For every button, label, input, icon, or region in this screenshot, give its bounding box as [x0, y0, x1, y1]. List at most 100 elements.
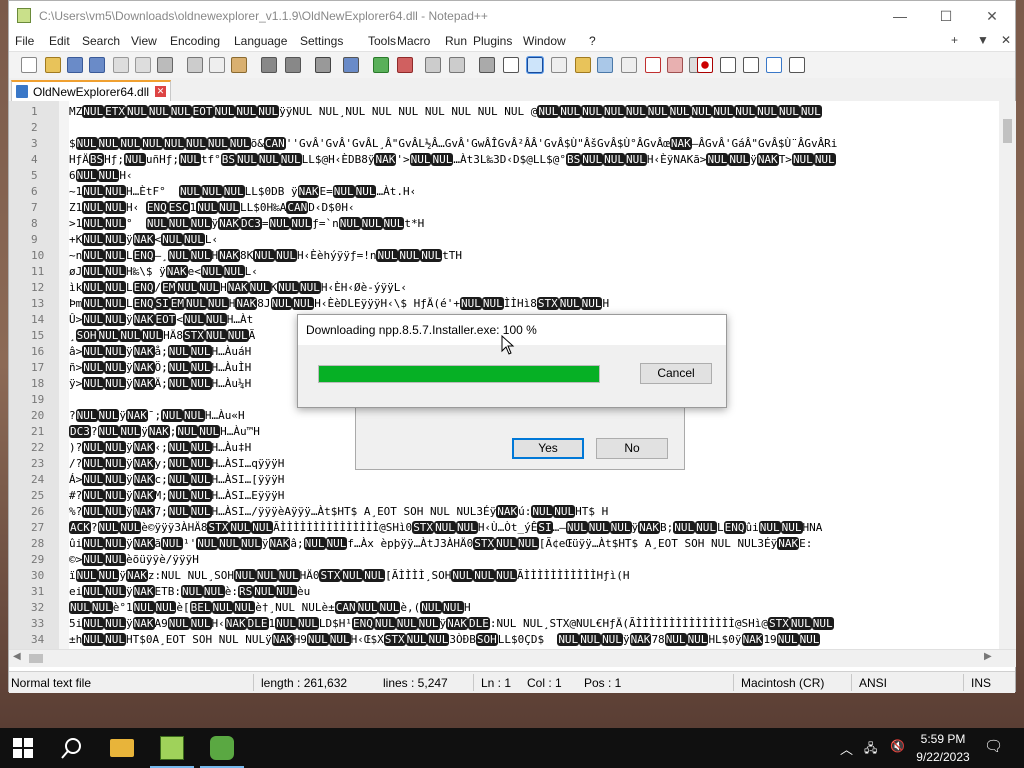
line-number: 1	[31, 105, 38, 118]
maximize-icon: ☐	[939, 7, 953, 24]
menu-language[interactable]: Language	[234, 34, 287, 48]
menu-window[interactable]: Window	[523, 34, 566, 48]
volume-muted-icon[interactable]: 🔇	[890, 739, 905, 753]
clock-date[interactable]: 9/22/2023	[910, 750, 976, 764]
code-line: Á>NUL NULÿNAKc;NUL NULH…ÀSI…[ÿÿÿH	[69, 473, 285, 486]
file-explorer-icon[interactable]	[110, 739, 134, 757]
close-tab-icon[interactable]: ✕	[1001, 33, 1011, 47]
tab-close-icon[interactable]: ✕	[155, 86, 166, 97]
menu-encoding[interactable]: Encoding	[170, 34, 220, 48]
mouse-cursor-icon	[501, 335, 515, 355]
menu-settings[interactable]: Settings	[300, 34, 343, 48]
folder-workspace-icon[interactable]	[621, 57, 637, 73]
fold-margin	[59, 101, 69, 649]
download-progress-bar	[318, 365, 600, 383]
line-number: 13	[31, 297, 45, 310]
line-number: 33	[31, 617, 45, 630]
menu-file[interactable]: File	[15, 34, 34, 48]
replace-icon[interactable]	[343, 57, 359, 73]
open-file-icon[interactable]	[45, 57, 61, 73]
redo-icon[interactable]	[285, 57, 301, 73]
print-icon[interactable]	[157, 57, 173, 73]
line-number: 4	[31, 153, 38, 166]
folder-icon[interactable]	[667, 57, 683, 73]
func-list-icon[interactable]	[597, 57, 613, 73]
notepadpp-updater-icon[interactable]	[210, 736, 234, 760]
paste-icon[interactable]	[231, 57, 247, 73]
line-number: 6	[31, 185, 38, 198]
tab-list-icon[interactable]: ▼	[977, 33, 989, 47]
cancel-button[interactable]: Cancel	[640, 363, 712, 384]
menu-macro[interactable]: Macro	[397, 34, 430, 48]
show-all-chars-icon[interactable]	[503, 57, 519, 73]
close-button[interactable]: ✕	[969, 1, 1015, 31]
line-number: 18	[31, 377, 45, 390]
notifications-icon[interactable]: 🗨	[984, 737, 1003, 755]
scroll-right-icon[interactable]: ▶	[984, 651, 992, 662]
stop-macro-icon[interactable]	[720, 57, 736, 73]
menu-search[interactable]: Search	[82, 34, 120, 48]
code-line: ÞmNUL NULLENQ SI EM NUL NULHNAK8JNUL NULH‹ÈèDL…	[69, 297, 610, 310]
search-icon[interactable]	[60, 736, 84, 760]
lang-icon[interactable]	[551, 57, 567, 73]
scroll-left-icon[interactable]: ◀	[13, 651, 21, 662]
save-all-icon[interactable]	[89, 57, 105, 73]
tab-bar: OldNewExplorer64.dll ✕	[9, 78, 1015, 102]
new-tab-icon[interactable]: +	[951, 33, 958, 47]
status-col: Col : 1	[527, 676, 562, 690]
save-macro-icon[interactable]	[789, 57, 805, 73]
line-number: 30	[31, 569, 45, 582]
sync-v-icon[interactable]	[425, 57, 441, 73]
tab-oldnewexplorer[interactable]: OldNewExplorer64.dll ✕	[11, 80, 171, 101]
wrap-icon[interactable]	[479, 57, 495, 73]
new-file-icon[interactable]	[21, 57, 37, 73]
code-line: ±hNUL NULHT$0A¸EOT SOH NUL NULÿNAKH9NUL NU…	[69, 633, 821, 646]
play-multi-icon[interactable]	[766, 57, 782, 73]
start-icon[interactable]	[13, 738, 33, 758]
vertical-scrollbar[interactable]	[999, 101, 1016, 649]
line-number: 19	[31, 393, 45, 406]
close-all-icon[interactable]	[135, 57, 151, 73]
menu-edit[interactable]: Edit	[49, 34, 70, 48]
network-icon[interactable]: 🖧	[864, 739, 877, 760]
code-line: NUL NULè°1NUL NULè[BEL NUL NULè†¸NUL NULè±CA…	[69, 601, 471, 614]
find-icon[interactable]	[315, 57, 331, 73]
line-number: 22	[31, 441, 45, 454]
menu-view[interactable]: View	[131, 34, 157, 48]
zoom-out-icon[interactable]	[397, 57, 413, 73]
undo-icon[interactable]	[261, 57, 277, 73]
code-line: ûiNUL NULÿNAKãNUL¹'NUL NUL NULÿNAKâ;NUL NULf…	[69, 537, 813, 550]
menu-plugins[interactable]: Plugins	[473, 34, 512, 48]
record-macro-icon[interactable]	[697, 57, 713, 73]
menu-run[interactable]: Run	[445, 34, 467, 48]
tray-chevron-up-icon[interactable]: ︿	[840, 739, 853, 758]
code-line: ïNUL NULÿNAKz:NUL NUL¸SOHNUL NUL NULHÄ0STX N…	[69, 569, 630, 582]
save-icon[interactable]	[67, 57, 83, 73]
clock-time[interactable]: 5:59 PM	[918, 732, 968, 746]
close-icon: ✕	[986, 7, 998, 24]
yes-button[interactable]: Yes	[512, 438, 584, 459]
play-macro-icon[interactable]	[743, 57, 759, 73]
line-number: 32	[31, 601, 45, 614]
monitor-icon[interactable]	[645, 57, 661, 73]
no-button[interactable]: No	[596, 438, 668, 459]
line-number: 31	[31, 585, 45, 598]
line-number: 25	[31, 489, 45, 502]
close-file-icon[interactable]	[113, 57, 129, 73]
maximize-button[interactable]: ☐	[923, 1, 969, 31]
vertical-scroll-thumb[interactable]	[1003, 119, 1012, 143]
code-line: â>NUL NULÿNAKå;NUL NULH…ÀuáH	[69, 345, 252, 358]
copy-icon[interactable]	[209, 57, 225, 73]
zoom-in-icon[interactable]	[373, 57, 389, 73]
indent-guide-icon[interactable]	[526, 56, 544, 74]
doc-map-icon[interactable]	[575, 57, 591, 73]
menu-tools[interactable]: Tools	[368, 34, 396, 48]
menu-help[interactable]: ?	[589, 34, 596, 48]
sync-h-icon[interactable]	[449, 57, 465, 73]
minimize-button[interactable]: —	[877, 1, 923, 31]
horizontal-scrollbar[interactable]: ◀ ▶	[9, 649, 1016, 667]
status-lines: lines : 5,247	[383, 676, 448, 690]
horizontal-scroll-thumb[interactable]	[29, 654, 43, 663]
cut-icon[interactable]	[187, 57, 203, 73]
notepadpp-taskbar-icon[interactable]	[160, 736, 184, 760]
